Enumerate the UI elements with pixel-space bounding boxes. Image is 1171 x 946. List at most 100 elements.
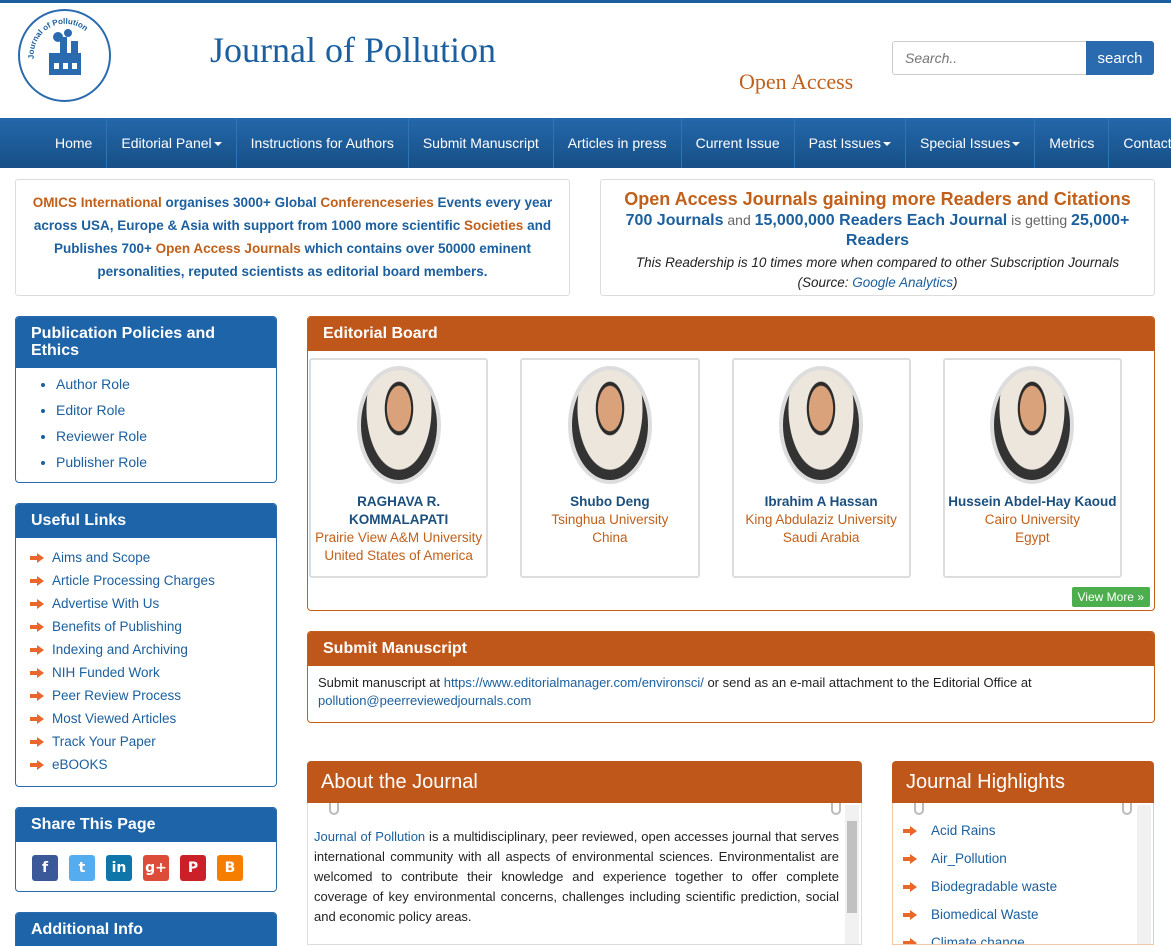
useful-link-label: Advertise With Us <box>52 596 160 611</box>
highlight-link-climate-change[interactable]: Climate change <box>903 929 1153 944</box>
arrow-right-icon <box>903 910 917 920</box>
share-icons: f t in g+ P B <box>16 842 276 881</box>
submit-manuscript-title: Submit Manuscript <box>308 632 1154 666</box>
submit-manuscript-panel: Submit Manuscript Submit manuscript at h… <box>307 631 1155 723</box>
editor-card[interactable]: Ibrahim A Hassan King Abdulaziz Universit… <box>731 358 911 578</box>
nav-label: Current Issue <box>695 135 780 151</box>
useful-link-peer-review-process[interactable]: Peer Review Process <box>30 684 276 707</box>
facebook-icon[interactable]: f <box>32 855 58 881</box>
highlight-label: Biodegradable waste <box>931 879 1058 894</box>
policy-link-publisher-role[interactable]: Publisher Role <box>56 449 276 475</box>
useful-link-label: Track Your Paper <box>52 734 156 749</box>
editor-name[interactable]: Hussein Abdel-Hay Kaoud <box>945 493 1120 511</box>
about-journal-text: Journal of Pollution is a multidisciplin… <box>308 803 861 927</box>
arrow-right-icon <box>30 552 44 563</box>
useful-link-label: Indexing and Archiving <box>52 642 188 657</box>
arrow-right-icon <box>30 575 44 586</box>
highlight-link-acid-rains[interactable]: Acid Rains <box>903 817 1153 845</box>
highlights-scrollbar[interactable] <box>1137 805 1151 944</box>
oaj-stats: 700 Journals and 15,000,000 Readers Each… <box>609 210 1146 251</box>
useful-link-most-viewed-articles[interactable]: Most Viewed Articles <box>30 707 276 730</box>
share-title: Share This Page <box>16 808 276 842</box>
editor-name[interactable]: RAGHAVA R. KOMMALAPATI <box>311 493 486 529</box>
useful-link-aims-and-scope[interactable]: Aims and Scope <box>30 546 276 569</box>
conferenceseries-link[interactable]: Conferenceseries <box>320 195 433 210</box>
main-navigation: Home Editorial Panel Instructions for Auth… <box>0 118 1171 168</box>
about-scrollbar[interactable] <box>845 805 859 944</box>
search-input[interactable] <box>892 41 1087 75</box>
omics-text-1: organises 3000+ Global <box>161 195 321 210</box>
nav-home[interactable]: Home <box>41 118 108 168</box>
nav-label: Home <box>55 135 93 151</box>
nav-special-issues[interactable]: Special Issues <box>906 118 1036 168</box>
additional-info-panel: Additional Info <box>15 912 277 946</box>
pinterest-icon[interactable]: P <box>180 855 206 881</box>
open-access-journals-link[interactable]: Open Access Journals <box>156 241 301 256</box>
editorial-manager-link[interactable]: https://www.editorialmanager.com/environ… <box>444 675 704 690</box>
search-button[interactable]: search <box>1086 41 1154 75</box>
policies-list: Author RoleEditor RoleReviewer RolePubli… <box>16 368 276 475</box>
policy-link-editor-role[interactable]: Editor Role <box>56 397 276 423</box>
site-subtitle: Open Access <box>739 69 854 94</box>
journal-name-link[interactable]: Journal of Pollution <box>314 829 425 844</box>
linkedin-icon[interactable]: in <box>106 855 132 881</box>
nav-metrics[interactable]: Metrics <box>1035 118 1110 168</box>
editor-country: China <box>592 530 628 545</box>
policy-link-reviewer-role[interactable]: Reviewer Role <box>56 423 276 449</box>
editor-photo <box>779 366 864 484</box>
editor-name[interactable]: Ibrahim A Hassan <box>734 493 909 511</box>
ring-icon <box>831 803 841 815</box>
nav-current-issue[interactable]: Current Issue <box>682 118 795 168</box>
google-analytics-link[interactable]: Google Analytics <box>852 275 953 290</box>
editor-card[interactable]: Shubo Deng Tsinghua University China <box>520 358 700 578</box>
highlight-link-biomedical-waste[interactable]: Biomedical Waste <box>903 901 1153 929</box>
highlight-link-air-pollution[interactable]: Air_Pollution <box>903 845 1153 873</box>
useful-link-ebooks[interactable]: eBOOKS <box>30 753 276 776</box>
useful-link-label: Peer Review Process <box>52 688 182 703</box>
useful-link-advertise-with-us[interactable]: Advertise With Us <box>30 592 276 615</box>
arrow-right-icon <box>30 759 44 770</box>
highlights-list: Acid Rains Air_Pollution Biodegradable was… <box>893 803 1153 944</box>
useful-link-track-your-paper[interactable]: Track Your Paper <box>30 730 276 753</box>
editor-affiliation: Tsinghua University <box>551 512 669 527</box>
omics-link[interactable]: OMICS International <box>33 195 162 210</box>
highlight-label: Air_Pollution <box>931 851 1007 866</box>
nav-articles-in-press[interactable]: Articles in press <box>554 118 682 168</box>
arrow-right-icon <box>903 826 917 836</box>
oaj-note-end: ) <box>953 275 958 290</box>
oaj-readers: 15,000,000 Readers Each Journal <box>754 212 1008 229</box>
useful-link-indexing-and-archiving[interactable]: Indexing and Archiving <box>30 638 276 661</box>
editor-card[interactable]: Hussein Abdel-Hay Kaoud Cairo University E… <box>942 358 1122 578</box>
editor-photo <box>567 366 652 484</box>
view-more-button[interactable]: View More » <box>1071 587 1150 607</box>
twitter-icon[interactable]: t <box>69 855 95 881</box>
nav-contact[interactable]: Contact <box>1109 118 1171 168</box>
useful-link-article-processing-charges[interactable]: Article Processing Charges <box>30 569 276 592</box>
editor-card[interactable]: RAGHAVA R. KOMMALAPATI Prairie View A&M U… <box>309 358 489 578</box>
arrow-right-icon <box>30 667 44 678</box>
nav-label: Contact <box>1123 135 1171 151</box>
blogger-icon[interactable]: B <box>217 855 243 881</box>
highlight-label: Acid Rains <box>931 823 996 838</box>
about-scrollbar-thumb[interactable] <box>847 821 857 913</box>
arrow-right-icon <box>30 598 44 609</box>
societies-link[interactable]: Societies <box>464 218 523 233</box>
useful-link-nih-funded-work[interactable]: NIH Funded Work <box>30 661 276 684</box>
oaj-and: and <box>723 212 755 228</box>
nav-instructions-for-authors[interactable]: Instructions for Authors <box>237 118 409 168</box>
nav-past-issues[interactable]: Past Issues <box>795 118 906 168</box>
highlight-link-biodegradable-waste[interactable]: Biodegradable waste <box>903 873 1153 901</box>
nav-editorial-panel[interactable]: Editorial Panel <box>107 118 237 168</box>
arrow-right-icon <box>30 713 44 724</box>
editor-name[interactable]: Shubo Deng <box>522 493 697 511</box>
policy-link-author-role[interactable]: Author Role <box>56 371 276 397</box>
useful-link-label: Benefits of Publishing <box>52 619 182 634</box>
editorial-email-link[interactable]: pollution@peerreviewedjournals.com <box>318 693 531 708</box>
nav-submit-manuscript[interactable]: Submit Manuscript <box>409 118 554 168</box>
nav-label: Submit Manuscript <box>422 135 539 151</box>
arrow-right-icon <box>903 882 917 892</box>
useful-link-benefits-of-publishing[interactable]: Benefits of Publishing <box>30 615 276 638</box>
journal-logo[interactable]: Journal of Pollution <box>18 9 111 102</box>
submit-text-2: or send as an e-mail attachment to the E… <box>703 675 1032 690</box>
googleplus-icon[interactable]: g+ <box>143 855 169 881</box>
